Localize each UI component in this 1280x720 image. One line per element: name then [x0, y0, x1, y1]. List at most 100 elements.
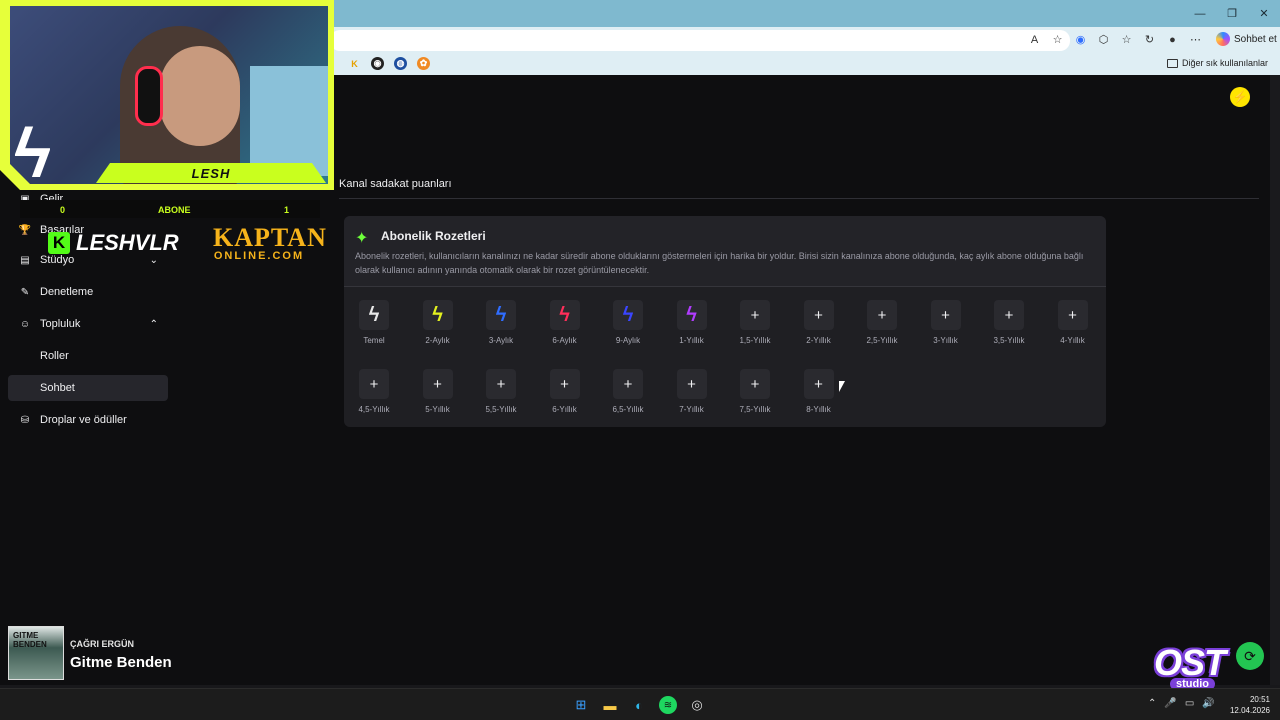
lightning-badge-icon[interactable]: ϟ	[613, 300, 643, 330]
sidebar-item-label: Droplar ve ödüller	[40, 414, 127, 426]
sub-goal-current: 0	[60, 205, 66, 215]
add-badge-icon[interactable]: +	[803, 300, 834, 330]
kick-channel-logo: K LESHVLR	[48, 230, 179, 256]
lightning-badge-icon[interactable]: ϟ	[486, 300, 516, 330]
streamer-nameplate: LESH	[96, 163, 326, 183]
badge-slot[interactable]: +7,5-Yıllık	[725, 369, 785, 419]
favorites-icon[interactable]: ☆	[1118, 31, 1135, 48]
badge-slot[interactable]: +3,5-Yıllık	[979, 300, 1039, 350]
folder-icon	[1166, 58, 1178, 68]
windows-start-icon[interactable]: ⊞	[572, 696, 590, 714]
lightning-badge-icon[interactable]: ϟ	[549, 300, 580, 330]
sidebar-item-topluluk[interactable]: ☺ Topluluk ⌃	[8, 311, 168, 337]
microphone-icon[interactable]: 🎤	[1164, 698, 1176, 709]
other-bookmarks[interactable]: Diğer sık kullanılanlar	[1166, 58, 1268, 68]
url-input[interactable]	[330, 30, 1070, 51]
add-badge-icon[interactable]: +	[549, 369, 580, 399]
read-aloud-icon[interactable]: A	[1026, 31, 1043, 48]
badge-slot[interactable]: +6-Yıllık	[535, 369, 595, 419]
kick-icon: K	[48, 232, 70, 254]
voice-icon[interactable]: ◉	[1072, 31, 1089, 48]
star-icon[interactable]: ☆	[1049, 31, 1066, 48]
badge-slot[interactable]: ϟ 3-Aylık	[471, 300, 531, 350]
badge-label: Temel	[363, 336, 385, 345]
badge-slot[interactable]: ϟ 1-Yıllık	[662, 300, 722, 350]
badge-slot[interactable]: +5,5-Yıllık	[471, 369, 531, 419]
badge-label: 6-Aylık	[552, 336, 577, 345]
minimize-icon[interactable]: —	[1184, 0, 1216, 27]
headset-icon	[135, 66, 163, 126]
badge-slot[interactable]: +2,5-Yıllık	[852, 300, 912, 350]
lightning-logo-icon: ϟ	[14, 114, 52, 192]
badge-slot[interactable]: +1,5-Yıllık	[725, 300, 785, 350]
add-badge-icon[interactable]: +	[867, 300, 897, 330]
badge-label: 2-Yıllık	[806, 336, 831, 345]
orange-bookmark-icon[interactable]: ✿	[417, 57, 430, 70]
lightning-badge-icon[interactable]: ϟ	[422, 300, 453, 330]
more-icon[interactable]: ⋯	[1187, 31, 1204, 48]
badge-slot[interactable]: ϟ Temel	[344, 300, 404, 350]
profile-icon[interactable]: ●	[1164, 31, 1181, 48]
github-bookmark-icon[interactable]: ◉	[371, 57, 384, 70]
clock-date: 12.04.2026	[1229, 706, 1270, 715]
badge-slot[interactable]: +6,5-Yıllık	[598, 369, 658, 419]
badge-label: 5,5-Yıllık	[485, 405, 517, 414]
lightning-icon[interactable]: ⚡	[1230, 87, 1250, 107]
badge-label: 2,5-Yıllık	[866, 336, 898, 345]
badge-label: 4,5-Yıllık	[358, 405, 390, 414]
add-badge-icon[interactable]: +	[613, 369, 643, 399]
taskbar-clock[interactable]: 20:51 12.04.2026	[1228, 694, 1270, 716]
lightning-badge-icon[interactable]: ϟ	[676, 300, 707, 330]
kick-bookmark-icon[interactable]: K	[348, 57, 361, 70]
add-badge-icon[interactable]: +	[676, 369, 707, 399]
badge-slot[interactable]: +4-Yıllık	[1043, 300, 1103, 350]
badge-slot[interactable]: +4,5-Yıllık	[344, 369, 404, 419]
chevron-up-icon[interactable]: ⌃	[1148, 698, 1156, 709]
add-badge-icon[interactable]: +	[740, 369, 770, 399]
badge-label: 1,5-Yıllık	[739, 336, 771, 345]
badge-label: 9-Aylık	[615, 336, 641, 345]
spotify-icon[interactable]: ≋	[659, 696, 677, 714]
badge-slot[interactable]: ϟ 6-Aylık	[535, 300, 595, 350]
add-badge-icon[interactable]: +	[930, 300, 961, 330]
lightning-badge-icon[interactable]: ϟ	[359, 300, 389, 330]
community-icon: ☺	[19, 318, 31, 330]
file-explorer-icon[interactable]: ▬	[601, 696, 619, 714]
badge-slot[interactable]: ϟ 9-Aylık	[598, 300, 658, 350]
scrollbar[interactable]	[1270, 75, 1280, 685]
history-icon[interactable]: ↻	[1141, 31, 1158, 48]
close-icon[interactable]: ✕	[1248, 0, 1280, 27]
volume-icon[interactable]: 🔊	[1202, 698, 1214, 709]
badge-slot[interactable]: +3-Yıllık	[916, 300, 976, 350]
sync-icon: ⟳	[1236, 642, 1264, 670]
badge-slot[interactable]: +5-Yıllık	[408, 369, 468, 419]
obs-icon[interactable]: ◎	[688, 696, 706, 714]
add-badge-icon[interactable]: +	[359, 369, 389, 399]
copilot-icon	[1216, 32, 1230, 46]
add-badge-icon[interactable]: +	[803, 369, 834, 399]
sub-goal-label: ABONE	[158, 205, 191, 215]
add-badge-icon[interactable]: +	[1057, 300, 1088, 330]
globe-bookmark-icon[interactable]: ◍	[394, 57, 407, 70]
badge-slot[interactable]: +8-Yıllık	[789, 369, 849, 419]
add-badge-icon[interactable]: +	[486, 369, 516, 399]
add-badge-icon[interactable]: +	[422, 369, 453, 399]
badge-slot[interactable]: +2-Yıllık	[789, 300, 849, 350]
sidebar-item-denetleme[interactable]: ✎ Denetleme	[8, 279, 168, 305]
copilot-button[interactable]: Sohbet et	[1216, 32, 1277, 46]
sidebar-item-sohbet[interactable]: Sohbet	[8, 375, 168, 401]
badge-slot[interactable]: +7-Yıllık	[662, 369, 722, 419]
sidebar-item-roller[interactable]: Roller	[8, 343, 168, 369]
streamer-name: LESH	[191, 165, 231, 181]
display-icon[interactable]: ▭	[1185, 698, 1194, 709]
restore-icon[interactable]: ❐	[1216, 0, 1248, 27]
edge-icon[interactable]: ◐	[630, 696, 648, 714]
extensions-icon[interactable]: ⬡	[1095, 31, 1112, 48]
title-divider	[339, 198, 1259, 199]
add-badge-icon[interactable]: +	[740, 300, 770, 330]
webcam-frame: ϟ LESH	[0, 0, 334, 190]
sidebar-item-label: Roller	[40, 350, 69, 362]
add-badge-icon[interactable]: +	[994, 300, 1024, 330]
badge-slot[interactable]: ϟ 2-Aylık	[408, 300, 468, 350]
sidebar-item-droplar[interactable]: ⛁ Droplar ve ödüller	[8, 407, 168, 433]
